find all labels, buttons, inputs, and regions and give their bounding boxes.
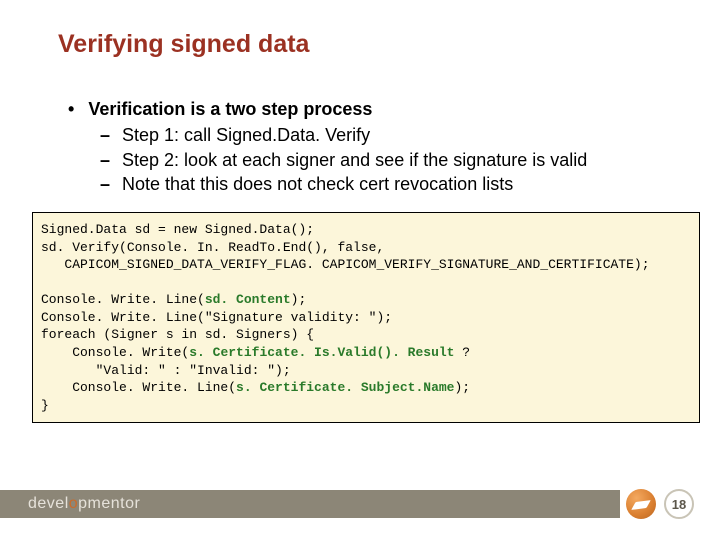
- brand-bar: developmentor: [0, 490, 620, 518]
- code-line: ?: [454, 345, 470, 360]
- sub-text: Step 1: call Signed.Data. Verify: [122, 123, 370, 147]
- code-line: "Valid: " : "Invalid: ");: [41, 363, 291, 378]
- bullet-marker: •: [68, 97, 74, 121]
- brand-suffix: pmentor: [78, 495, 140, 513]
- code-line: Console. Write. Line(: [41, 292, 205, 307]
- dash-marker: –: [100, 172, 110, 196]
- dash-marker: –: [100, 123, 110, 147]
- footer: developmentor 18: [0, 488, 720, 520]
- code-line: Console. Write(: [41, 345, 189, 360]
- paper-plane-icon: [626, 489, 656, 519]
- code-line: );: [454, 380, 470, 395]
- sub-item: – Step 1: call Signed.Data. Verify: [100, 123, 696, 147]
- code-line: }: [41, 398, 49, 413]
- slide: Verifying signed data • Verification is …: [0, 0, 720, 540]
- page-number: 18: [664, 489, 694, 519]
- code-line: Signed.Data sd = new Signed.Data();: [41, 222, 314, 237]
- slide-title: Verifying signed data: [58, 30, 696, 59]
- code-highlight: s. Certificate. Subject.Name: [236, 380, 454, 395]
- code-line: Console. Write. Line(: [41, 380, 236, 395]
- code-line: CAPICOM_SIGNED_DATA_VERIFY_FLAG. CAPICOM…: [41, 257, 650, 272]
- bullet-heading: • Verification is a two step process: [68, 97, 696, 121]
- code-line: sd. Verify(Console. In. ReadTo.End(), fa…: [41, 240, 384, 255]
- sub-text: Step 2: look at each signer and see if t…: [122, 148, 587, 172]
- brand-prefix: devel: [28, 495, 69, 513]
- sub-item: – Note that this does not check cert rev…: [100, 172, 696, 196]
- dash-marker: –: [100, 148, 110, 172]
- code-highlight: s. Certificate. Is.Valid(). Result: [189, 345, 454, 360]
- bullet-text: Verification is a two step process: [88, 97, 372, 121]
- code-line: Console. Write. Line("Signature validity…: [41, 310, 392, 325]
- sub-text: Note that this does not check cert revoc…: [122, 172, 513, 196]
- content: • Verification is a two step process – S…: [58, 97, 696, 196]
- code-block: Signed.Data sd = new Signed.Data(); sd. …: [32, 212, 700, 423]
- code-line: );: [291, 292, 307, 307]
- code-highlight: sd. Content: [205, 292, 291, 307]
- brand-o: o: [69, 495, 78, 513]
- code-line: foreach (Signer s in sd. Signers) {: [41, 327, 314, 342]
- sub-item: – Step 2: look at each signer and see if…: [100, 148, 696, 172]
